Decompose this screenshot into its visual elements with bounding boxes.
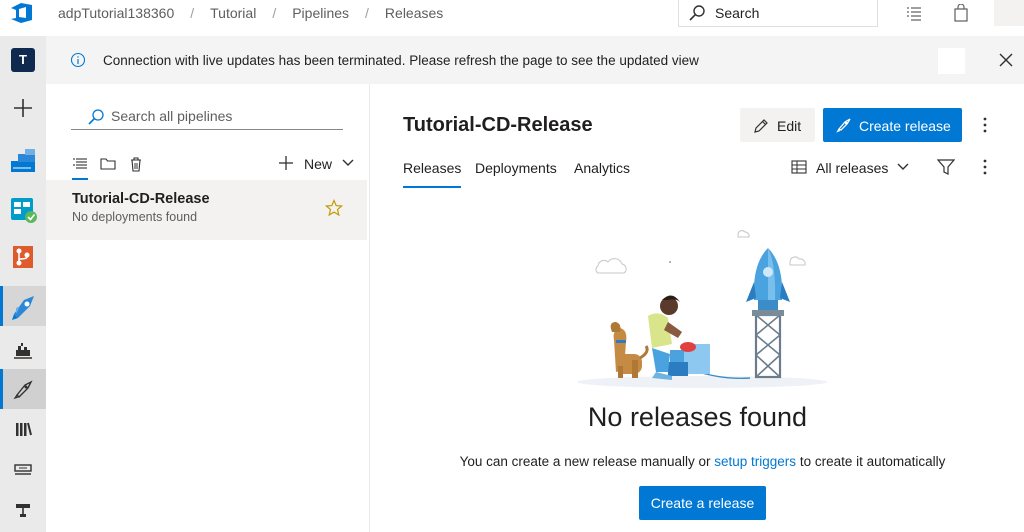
breadcrumb-separator: / <box>190 5 195 21</box>
new-button-label: New <box>304 156 333 172</box>
page-title: Tutorial-CD-Release <box>403 114 593 136</box>
tab-analytics[interactable]: Analytics <box>574 160 630 176</box>
add-icon[interactable] <box>0 88 46 128</box>
breadcrumb-project[interactable]: Tutorial <box>210 5 256 21</box>
repos-icon[interactable] <box>0 236 46 276</box>
search-icon <box>87 108 105 126</box>
empty-state-desc-text: You can create a new release manually or <box>459 454 715 469</box>
project-avatar[interactable]: T <box>11 48 35 72</box>
tab-deployments[interactable]: Deployments <box>475 160 557 176</box>
rocket-icon <box>836 118 851 133</box>
shopping-bag-icon[interactable] <box>953 4 969 22</box>
deployment-groups-icon[interactable] <box>0 490 46 530</box>
breadcrumb-separator: / <box>272 5 277 21</box>
empty-state-title: No releases found <box>587 402 808 432</box>
pipelines-search-input[interactable]: Search all pipelines <box>71 104 343 130</box>
azure-devops-logo-icon[interactable] <box>10 2 36 24</box>
info-icon <box>70 52 86 68</box>
table-icon <box>791 160 807 174</box>
task-groups-icon[interactable] <box>0 450 46 490</box>
more-options-icon[interactable] <box>981 116 989 134</box>
trash-icon[interactable] <box>128 156 144 172</box>
plus-icon <box>278 155 294 171</box>
pipelines-search-placeholder: Search all pipelines <box>111 108 233 124</box>
chevron-down-icon <box>342 158 354 168</box>
connection-banner: Connection with live updates has been te… <box>46 36 1024 84</box>
folder-icon[interactable] <box>100 156 116 172</box>
edit-button-label: Edit <box>777 118 802 134</box>
breadcrumb-org[interactable]: adpTutorial138360 <box>58 5 174 21</box>
breadcrumb-separator: / <box>365 5 369 21</box>
list-view-icon[interactable] <box>72 156 88 172</box>
builds-icon[interactable] <box>0 330 46 370</box>
library-icon[interactable] <box>0 410 46 450</box>
filter-icon[interactable] <box>937 158 955 176</box>
pipelines-list-pane: Search all pipelines New Tutorial-CD-Rel… <box>46 84 370 532</box>
breadcrumb-pipelines[interactable]: Pipelines <box>292 5 349 21</box>
task-list-icon[interactable] <box>905 4 923 22</box>
pipelines-icon[interactable] <box>0 286 46 326</box>
search-icon <box>687 4 707 22</box>
breadcrumb-releases[interactable]: Releases <box>385 5 443 21</box>
boards-icon[interactable] <box>0 188 46 228</box>
create-release-button[interactable]: Create release <box>823 108 962 142</box>
create-a-release-button[interactable]: Create a release <box>639 486 766 520</box>
banner-message: Connection with live updates has been te… <box>103 53 699 68</box>
chevron-down-icon <box>897 163 909 170</box>
tab-releases[interactable]: Releases <box>403 160 462 188</box>
close-icon[interactable] <box>999 53 1013 67</box>
top-search-box[interactable]: Search <box>678 0 878 27</box>
pipeline-status: No deployments found <box>72 210 198 224</box>
more-options-icon[interactable] <box>981 158 989 176</box>
empty-state-desc-tail: to create it automatically <box>796 454 946 469</box>
user-avatar[interactable] <box>994 0 1024 26</box>
favorite-star-icon[interactable] <box>325 199 343 217</box>
release-pipeline-main: Tutorial-CD-Release Edit Create release … <box>371 84 1024 532</box>
top-bar: adpTutorial138360 / Tutorial / Pipelines / Rel… <box>0 0 1024 28</box>
breadcrumb: adpTutorial138360 / Tutorial / Pipelines / Rel… <box>58 5 443 21</box>
overview-icon[interactable] <box>0 140 46 180</box>
empty-state-illustration <box>572 220 832 390</box>
create-release-label: Create release <box>859 118 951 134</box>
top-search-label: Search <box>715 5 760 21</box>
pencil-icon <box>754 119 768 133</box>
empty-state-description: You can create a new release manually or… <box>371 454 1024 469</box>
banner-action-placeholder[interactable] <box>938 48 965 74</box>
list-item[interactable]: Tutorial-CD-Release No deployments found <box>46 180 367 240</box>
setup-triggers-link[interactable]: setup triggers <box>714 454 796 469</box>
edit-button[interactable]: Edit <box>740 108 815 142</box>
releases-icon[interactable] <box>0 369 46 409</box>
pipeline-name: Tutorial-CD-Release <box>72 191 210 207</box>
filter-label: All releases <box>816 160 889 176</box>
